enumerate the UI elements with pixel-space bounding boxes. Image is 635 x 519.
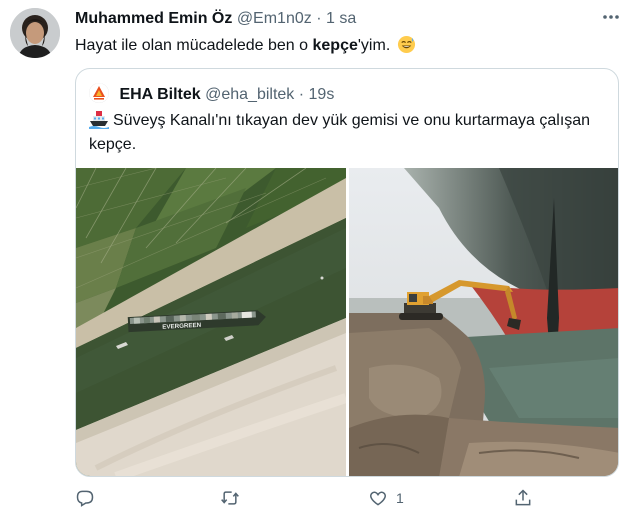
tweet-time[interactable]: 1 sa	[326, 10, 356, 27]
quoted-author-name[interactable]: EHA Biltek	[119, 86, 200, 103]
share-icon[interactable]	[513, 488, 533, 510]
like-count: 1	[396, 490, 404, 506]
tweet-actions: 1	[75, 488, 535, 512]
like-button[interactable]: 1	[368, 488, 428, 510]
author-name[interactable]: Muhammed Emin Öz	[75, 10, 232, 27]
quoted-text-block: Süveyş Kanalı'nı tıkayan dev yük gemisi …	[89, 109, 609, 157]
more-icon[interactable]	[601, 10, 621, 24]
quoted-author-handle[interactable]: @eha_biltek	[205, 86, 294, 103]
quoted-tweet[interactable]: EHA Biltek @eha_biltek · 19s Süveyş Kana…	[75, 68, 619, 477]
tweet-header: Muhammed Emin Öz @Em1n0z · 1 sa	[75, 9, 356, 29]
tweet-text-bold: kepçe	[312, 37, 358, 54]
quoted-avatar	[89, 83, 109, 103]
ship-emoji	[89, 109, 109, 129]
retweet-icon[interactable]	[220, 488, 240, 510]
header-separator: ·	[316, 10, 322, 27]
tweet-text: Hayat ile olan mücadelede ben o kepçe'yi…	[75, 35, 416, 56]
quoted-header: EHA Biltek @eha_biltek · 19s	[89, 83, 334, 105]
author-handle[interactable]: @Em1n0z	[237, 10, 312, 27]
reply-icon[interactable]	[75, 488, 95, 510]
tweet-text-part: 'yim.	[357, 37, 391, 54]
tweet-text-part: Hayat ile olan mücadelede ben o	[75, 37, 313, 54]
quoted-text: Süveyş Kanalı'nı tıkayan dev yük gemisi …	[89, 112, 591, 153]
sweat-smile-emoji	[397, 35, 416, 54]
quoted-time[interactable]: 19s	[309, 86, 335, 103]
excavator-ship-bow-photo[interactable]	[349, 168, 618, 476]
quoted-separator: ·	[298, 86, 305, 103]
heart-icon	[370, 491, 386, 506]
author-avatar[interactable]	[10, 8, 60, 58]
aerial-canal-ship-photo[interactable]: EVERGREEN	[76, 168, 346, 476]
